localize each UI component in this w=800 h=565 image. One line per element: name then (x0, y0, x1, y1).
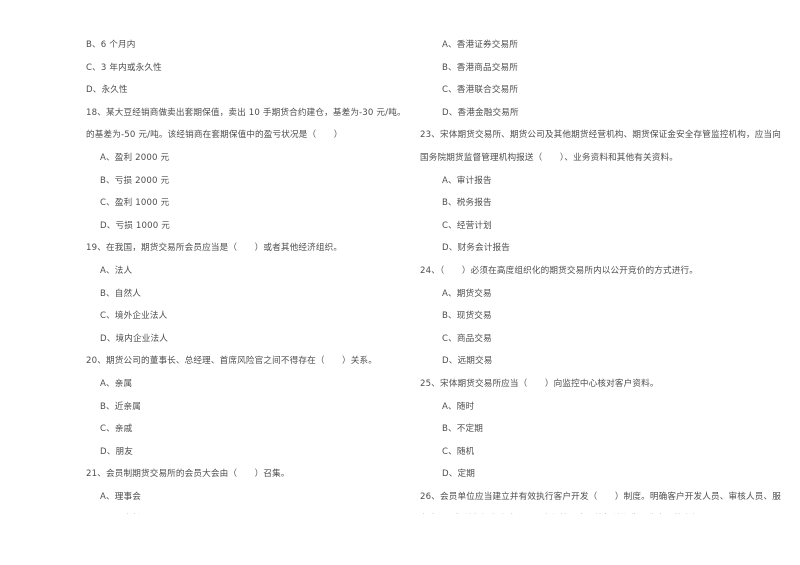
option-24-a: A、期货交易 (442, 288, 492, 299)
option-20-b: B、近亲属 (100, 401, 142, 412)
option-23-c: C、经营计划 (442, 220, 492, 231)
option-19-b: B、自然人 (100, 288, 142, 299)
option-21-b: B、理事长 (86, 508, 378, 514)
question-stem-18-cont: 的基差为-50 元/吨。该经销商在套期保值中的盈亏状况是（ ） (86, 130, 343, 141)
option-25-c: C、随机 (442, 446, 475, 457)
option-24-d: D、远期交易 (442, 356, 493, 367)
option-21-a: A、理事会 (100, 491, 142, 502)
option-20-d: D、朋友 (100, 446, 133, 457)
option-18-c: C、盈利 1000 元 (100, 198, 170, 209)
left-column: B、6 个月内 C、3 年内或永久性 D、永久性 18、某大豆经销商做卖出套期保… (0, 34, 400, 514)
question-stem-21: 21、会员制期货交易所的会员大会由（ ）召集。 (86, 469, 290, 480)
question-stem-25: 25、宋体期货交易所应当（ ）向监控中心核对客户资料。 (420, 378, 659, 389)
option-19-a: A、法人 (100, 265, 133, 276)
option-25-d: D、定期 (442, 469, 475, 480)
option-23-b: B、税务报告 (442, 198, 492, 209)
option-25-a: A、随时 (442, 401, 475, 412)
option-line: C、3 年内或永久性 (86, 62, 162, 73)
question-stem-23: 23、宋体期货交易所、期货公司及其他期货经营机构、期货保证金安全存管监控机构，应… (420, 130, 781, 141)
question-stem-24: 24、（ ）必须在高度组织化的期货交易所内以公开竞价的方式进行。 (420, 265, 698, 276)
option-23-a: A、审计报告 (442, 175, 492, 186)
question-stem-19: 19、在我国，期货交易所会员应当是（ ）或者其他经济组织。 (86, 243, 343, 254)
option-23-d: D、财务会计报告 (442, 243, 510, 254)
option-18-d: D、亏损 1000 元 (100, 220, 170, 231)
option-24-c: C、商品交易 (442, 333, 492, 344)
exam-page: B、6 个月内 C、3 年内或永久性 D、永久性 18、某大豆经销商做卖出套期保… (0, 0, 800, 565)
option-19-c: C、境外企业法人 (100, 311, 168, 322)
question-stem-23-cont: 国务院期货监督管理机构报送（ ）、业务资料和其他有关资料。 (420, 152, 679, 163)
option-18-b: B、亏损 2000 元 (100, 175, 170, 186)
two-column-body: B、6 个月内 C、3 年内或永久性 D、永久性 18、某大豆经销商做卖出套期保… (0, 34, 800, 514)
option-20-a: A、亲属 (100, 378, 133, 389)
option-22-b: B、香港商品交易所 (442, 62, 518, 73)
option-line: D、永久性 (86, 85, 128, 96)
option-19-d: D、境内企业法人 (100, 333, 168, 344)
option-22-d: D、香港金融交易所 (442, 107, 519, 118)
option-22-a: A、香港证券交易所 (442, 40, 518, 50)
option-20-c: C、亲戚 (100, 424, 133, 435)
question-stem-18: 18、某大豆经销商做卖出套期保值，卖出 10 手期货合约建仓，基差为-30 元/… (86, 107, 400, 118)
option-22-c: C、香港联合交易所 (442, 85, 519, 96)
option-line: B、6 个月内 (86, 40, 136, 50)
option-25-b: B、不定期 (442, 424, 484, 435)
option-18-a: A、盈利 2000 元 (100, 152, 170, 163)
question-stem-20: 20、期货公司的董事长、总经理、首席风险官之间不得存在（ ）关系。 (86, 356, 378, 367)
question-stem-26: 26、会员单位应当建立并有效执行客户开发（ ）制度。明确客户开发人员、审核人员、… (420, 491, 781, 502)
option-24-b: B、现货交易 (442, 311, 492, 322)
right-column: A、香港证券交易所 B、香港商品交易所 C、香港联合交易所 D、香港金融交易所 … (400, 34, 800, 514)
question-stem-26-cont: 务人员、相关部门负责人、公司高级管理人员等相关期货从业人员的责任。 (418, 508, 778, 514)
